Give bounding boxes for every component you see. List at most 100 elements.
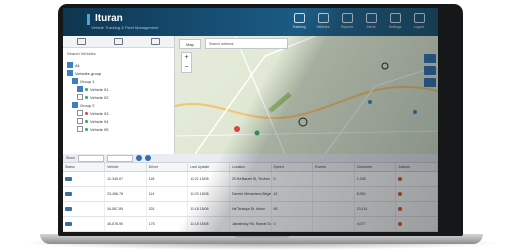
table-cell — [312, 201, 355, 217]
map-road — [175, 130, 438, 137]
action-icon[interactable] — [398, 221, 403, 226]
tab-vehicles[interactable] — [63, 36, 100, 47]
action-icon[interactable] — [398, 176, 403, 181]
nav-label: Alerts — [366, 25, 376, 29]
grid-filter-input[interactable] — [77, 154, 104, 162]
action-icon[interactable] — [398, 206, 403, 211]
table-row[interactable]: 12-345-67 118 11:21 15/08 20 Ha'Barzel St, … — [63, 171, 438, 187]
tree-checkbox[interactable] — [72, 102, 78, 108]
vehicle-marker[interactable] — [368, 100, 372, 104]
tab-places[interactable] — [137, 36, 174, 47]
table-cell: Jabotinsky Rd, Ramat Gan — [229, 216, 272, 232]
tree-item[interactable]: Group 2 — [63, 101, 174, 109]
tree-item-label: Vehicles group — [75, 70, 102, 76]
refresh-icon[interactable] — [135, 155, 142, 161]
column-header[interactable]: Events — [312, 163, 355, 172]
grid-table: Status Vehicle Driver Last Update Location Sp… — [63, 163, 438, 232]
tree-checkbox[interactable] — [77, 118, 83, 124]
table-cell — [395, 216, 438, 232]
tree-checkbox[interactable] — [67, 62, 73, 68]
sidebar-tabs — [63, 36, 174, 48]
column-header[interactable]: Actions — [395, 163, 438, 172]
table-cell: Ha'Ta'asiya St, Holon — [229, 201, 272, 217]
zoom-out-button[interactable]: − — [184, 64, 188, 71]
nav-alerts[interactable]: Alerts — [361, 11, 381, 33]
export-icon[interactable] — [144, 155, 151, 161]
status-dot-icon — [85, 95, 88, 99]
vehicle-marker[interactable] — [381, 62, 389, 70]
vehicle-marker[interactable] — [234, 126, 240, 132]
vehicle-marker[interactable] — [298, 117, 308, 127]
vehicle-marker[interactable] — [254, 130, 260, 136]
tab-drivers[interactable] — [100, 36, 137, 47]
tree-item[interactable]: Vehicle 05 — [63, 125, 174, 133]
nav-settings[interactable]: Settings — [385, 11, 405, 33]
status-dot-icon — [85, 87, 88, 91]
top-nav: Tracking Vehicles Reports Alerts Settings Log… — [289, 11, 429, 33]
tree-item[interactable]: All — [63, 61, 174, 69]
table-cell: 11:21 15/08 — [187, 171, 230, 187]
nav-label: Reports — [340, 25, 354, 29]
tree-item-label: Vehicle 01 — [90, 86, 109, 92]
tree-item-label: All — [75, 62, 80, 68]
zoom-control: + − — [181, 52, 192, 73]
tree-item-label: Vehicle 04 — [90, 118, 109, 124]
table-row[interactable]: 45-678-90 175 11:15 15/08 Jabotinsky Rd, Ra… — [63, 216, 438, 232]
table-cell: 118 — [146, 171, 189, 187]
sidebar-search[interactable]: Search Vehicles — [67, 51, 170, 58]
tree-checkbox[interactable] — [77, 94, 83, 100]
nav-reports[interactable]: Reports — [337, 11, 357, 33]
tree-checkbox[interactable] — [77, 126, 83, 132]
tree-checkbox[interactable] — [67, 70, 73, 76]
tree-item[interactable]: Group 1 — [63, 77, 174, 85]
measure-button[interactable] — [424, 78, 436, 87]
car-icon — [317, 13, 329, 23]
table-row[interactable]: 34-567-89 201 11:18 15/08 Ha'Ta'asiya St, H… — [63, 201, 438, 217]
layers-button[interactable] — [424, 54, 436, 63]
action-icon[interactable] — [398, 191, 403, 196]
column-header[interactable]: Location — [229, 163, 272, 172]
tree-item[interactable]: Vehicle 03 — [63, 109, 174, 117]
column-header[interactable]: Speed — [271, 163, 314, 172]
vehicle-marker[interactable] — [413, 110, 417, 114]
map-road — [175, 86, 438, 120]
table-cell — [63, 201, 106, 217]
table-cell — [395, 186, 438, 202]
tree-checkbox[interactable] — [77, 110, 83, 116]
map-type-select[interactable]: Map — [179, 39, 201, 49]
column-header[interactable]: Driver — [146, 163, 189, 172]
tree-item-label: Group 2 — [80, 102, 95, 108]
table-cell: 34-567-89 — [104, 201, 147, 217]
map-search-input[interactable]: Search address — [205, 38, 288, 49]
tree-checkbox[interactable] — [72, 78, 78, 84]
app-screen: Ituran Vehicle Tracking & Fleet Manageme… — [63, 8, 438, 232]
tree-item-label: Group 1 — [80, 78, 95, 84]
table-cell: 4,077 — [354, 216, 397, 232]
nav-tracking[interactable]: Tracking — [289, 11, 309, 33]
tree-item[interactable]: Vehicle 02 — [63, 93, 174, 101]
map-road — [194, 36, 316, 154]
table-cell — [312, 186, 355, 202]
tree-item[interactable]: Vehicle 04 — [63, 117, 174, 125]
fullscreen-button[interactable] — [424, 66, 436, 75]
zoom-in-button[interactable]: + — [184, 54, 188, 61]
alert-icon — [365, 13, 377, 23]
tree-checkbox[interactable] — [77, 86, 83, 92]
table-row[interactable]: 23-456-78 114 11:20 15/08 Derech Menachem B… — [63, 186, 438, 202]
table-cell: 11:18 15/08 — [187, 201, 230, 217]
column-header[interactable]: Vehicle — [104, 163, 147, 172]
column-header[interactable]: Last Update — [187, 163, 230, 172]
table-cell — [395, 201, 438, 217]
table-cell: 114 — [146, 186, 189, 202]
nav-vehicles[interactable]: Vehicles — [313, 11, 333, 33]
grid-date-input[interactable] — [106, 154, 133, 162]
tree-item[interactable]: Vehicles group — [63, 69, 174, 77]
nav-label: Settings — [388, 25, 402, 29]
tree-item[interactable]: Vehicle 01 — [63, 85, 174, 93]
map-view[interactable]: Map Search address + − — [175, 36, 438, 154]
column-header[interactable]: Status — [63, 163, 106, 172]
table-cell — [312, 171, 355, 187]
nav-logout[interactable]: Logout — [409, 11, 429, 33]
map-canvas — [175, 36, 438, 154]
column-header[interactable]: Odometer — [354, 163, 397, 172]
